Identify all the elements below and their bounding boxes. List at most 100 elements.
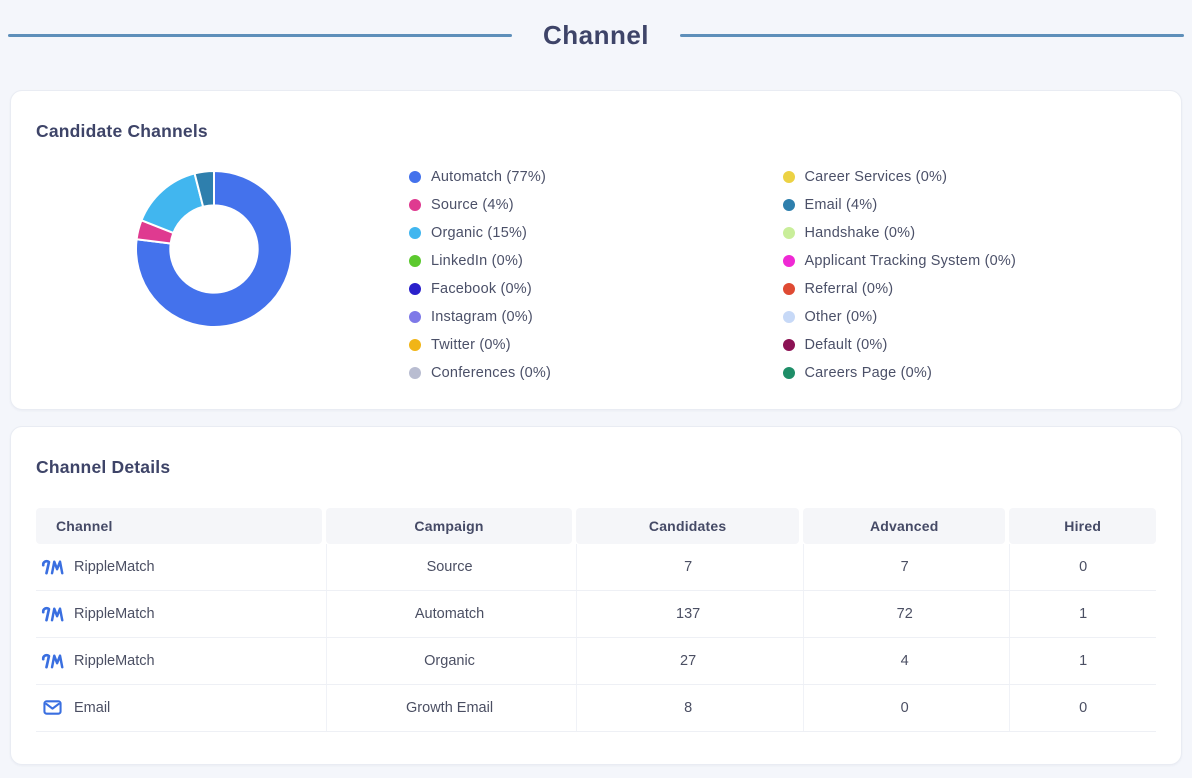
column-header-advanced: Advanced [803,507,1006,544]
channel-name: RippleMatch [74,558,155,575]
legend-dot-career-services [782,170,795,183]
legend-item-automatch[interactable]: Automatch (77%) [409,163,783,191]
legend-dot-careers-page [782,366,795,379]
legend-item-applicant-tracking-system[interactable]: Applicant Tracking System (0%) [782,247,1157,275]
page-header: Channel [0,0,1192,50]
legend-dot-automatch [409,170,421,183]
legend-dot-source [409,198,421,211]
advanced-cell: 72 [803,590,1005,637]
legend-item-twitter[interactable]: Twitter (0%) [409,331,783,359]
legend-item-source[interactable]: Source (4%) [409,191,783,219]
legend-label: Career Services (0%) [804,168,948,185]
legend-label: Instagram (0%) [431,308,533,325]
table-body: RippleMatch Source 7 7 0 RippleMatch Automatch… [36,543,1156,732]
legend-item-career-services[interactable]: Career Services (0%) [782,163,1157,191]
channel-cell: RippleMatch [36,591,322,637]
legend-dot-twitter [409,338,421,351]
legend-item-email[interactable]: Email (4%) [782,191,1157,219]
legend-label: LinkedIn (0%) [431,252,524,269]
legend-item-linkedin[interactable]: LinkedIn (0%) [409,247,783,275]
legend-label: Other (0%) [804,308,878,325]
channel-legend: Automatch (77%) Source (4%) Organic (15%) L… [409,163,1156,387]
hired-cell: 0 [1009,543,1156,590]
legend-label: Referral (0%) [804,280,894,297]
candidates-cell: 7 [576,543,799,590]
ripplematch-logo-icon [40,605,64,623]
legend-dot-linkedin [409,254,421,267]
legend-item-careers-page[interactable]: Careers Page (0%) [782,359,1157,387]
advanced-cell: 4 [803,637,1005,684]
hired-cell: 0 [1009,684,1156,731]
header-rule-left [8,33,512,37]
page-title: Channel [542,20,650,50]
legend-label: Source (4%) [431,196,514,213]
legend-item-instagram[interactable]: Instagram (0%) [409,303,783,331]
legend-label: Handshake (0%) [804,224,916,241]
channel-details-table: Channel Campaign Candidates Advanced Hir… [36,507,1156,732]
legend-label: Facebook (0%) [431,280,532,297]
candidates-cell: 8 [576,684,799,731]
channel-name: RippleMatch [74,652,155,669]
candidate-channels-card: Candidate Channels Automatch (77%) Source… [10,89,1182,410]
legend-dot-other [782,310,795,323]
campaign-cell: Automatch [325,590,572,637]
campaign-cell: Organic [325,637,572,684]
channel-details-heading: Channel Details [36,456,171,477]
header-rule-right [680,33,1185,37]
column-header-candidates: Candidates [576,507,800,544]
legend-label: Applicant Tracking System (0%) [804,252,1016,269]
channel-details-card: Channel Details Channel Campaign Candida… [10,425,1182,765]
candidates-cell: 137 [576,590,799,637]
legend-dot-referral [782,282,795,295]
legend-label: Default (0%) [804,336,888,353]
channel-cell: RippleMatch [36,638,322,684]
legend-dot-instagram [409,310,421,323]
column-header-hired: Hired [1009,507,1156,544]
legend-dot-organic [409,226,421,239]
table-row-email-growth-email: Email Growth Email 8 0 0 [36,684,1156,732]
channel-name: Email [74,699,111,716]
table-row-ripplematch-source: RippleMatch Source 7 7 0 [36,543,1156,591]
legend-item-conferences[interactable]: Conferences (0%) [409,359,783,387]
column-header-campaign: Campaign [325,507,573,544]
channel-donut-chart[interactable] [134,169,294,329]
legend-item-other[interactable]: Other (0%) [782,303,1157,331]
table-row-ripplematch-automatch: RippleMatch Automatch 137 72 1 [36,590,1156,638]
legend-dot-handshake [782,226,795,239]
legend-item-handshake[interactable]: Handshake (0%) [782,219,1157,247]
legend-label: Automatch (77%) [431,168,547,185]
advanced-cell: 7 [803,543,1005,590]
legend-item-default[interactable]: Default (0%) [782,331,1157,359]
channel-cell: RippleMatch [36,544,322,590]
email-envelope-icon [40,700,64,715]
channel-name: RippleMatch [74,605,155,622]
candidate-channels-heading: Candidate Channels [36,120,208,141]
legend-item-facebook[interactable]: Facebook (0%) [409,275,783,303]
legend-label: Conferences (0%) [431,364,552,381]
ripplematch-logo-icon [40,652,64,670]
legend-column-left: Automatch (77%) Source (4%) Organic (15%) L… [409,163,783,387]
legend-column-right: Career Services (0%) Email (4%) Handshake … [782,163,1157,387]
legend-label: Careers Page (0%) [804,364,933,381]
advanced-cell: 0 [803,684,1005,731]
column-header-channel: Channel [36,507,322,544]
legend-label: Twitter (0%) [431,336,511,353]
candidates-cell: 27 [576,637,799,684]
legend-dot-applicant-tracking-system [782,254,795,267]
legend-item-referral[interactable]: Referral (0%) [782,275,1157,303]
legend-item-organic[interactable]: Organic (15%) [409,219,783,247]
legend-dot-default [782,338,795,351]
donut-slice-organic[interactable] [140,172,205,234]
hired-cell: 1 [1009,590,1156,637]
legend-dot-conferences [409,366,421,379]
hired-cell: 1 [1009,637,1156,684]
legend-label: Organic (15%) [431,224,528,241]
table-header-row: Channel Campaign Candidates Advanced Hir… [36,507,1156,544]
legend-dot-facebook [409,282,421,295]
legend-dot-email [782,198,795,211]
donut-chart-svg [135,169,293,328]
campaign-cell: Source [325,543,572,590]
channel-cell: Email [36,685,322,731]
campaign-cell: Growth Email [325,684,572,731]
channels-content: Automatch (77%) Source (4%) Organic (15%) L… [36,163,1156,387]
